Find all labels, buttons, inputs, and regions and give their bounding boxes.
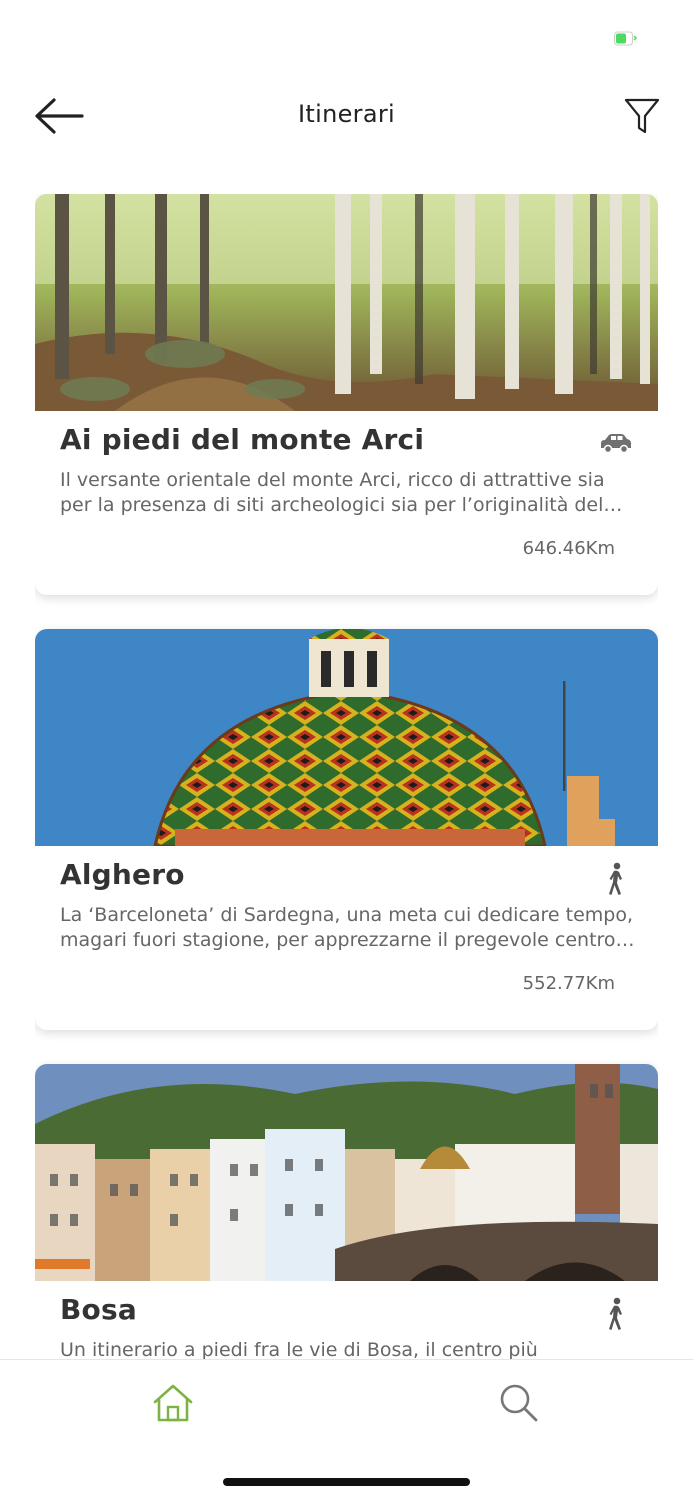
home-icon[interactable] [150,1382,196,1424]
bottom-tab-bar [0,1359,693,1501]
car-icon [601,434,631,454]
itinerary-distance: 552.77Km [522,973,615,994]
itinerary-photo-forest [35,194,658,411]
itinerary-description: La ‘Barceloneta’ di Sardegna, una meta c… [60,904,634,951]
app-header: Itinerari [0,80,693,152]
itinerary-photo-town [35,1064,658,1281]
itinerary-distance: 646.46Km [522,538,615,559]
itinerary-title: Bosa [60,1293,137,1326]
filter-icon[interactable] [622,96,662,136]
itinerary-description: Un itinerario a piedi fra le vie di Bosa… [60,1339,538,1359]
itinerary-title: Alghero [60,858,185,891]
itinerary-card[interactable]: Ai piedi del monte Arci Il versante orie… [35,194,658,595]
itinerary-title: Ai piedi del monte Arci [60,423,425,456]
itinerary-list[interactable]: Ai piedi del monte Arci Il versante orie… [35,194,658,1359]
battery-icon [614,31,638,46]
itinerary-photo-dome [35,629,658,846]
walking-icon [609,1297,622,1330]
status-bar [0,0,693,70]
walking-icon [609,862,622,895]
page-title: Itinerari [298,100,395,128]
itinerary-card[interactable]: Bosa Un itinerario a piedi fra le vie di… [35,1064,658,1359]
home-indicator[interactable] [223,1478,470,1486]
itinerary-description: Il versante orientale del monte Arci, ri… [60,469,605,516]
search-icon[interactable] [498,1382,540,1424]
itinerary-card[interactable]: Alghero La ‘Barceloneta’ di Sardegna, un… [35,629,658,1030]
